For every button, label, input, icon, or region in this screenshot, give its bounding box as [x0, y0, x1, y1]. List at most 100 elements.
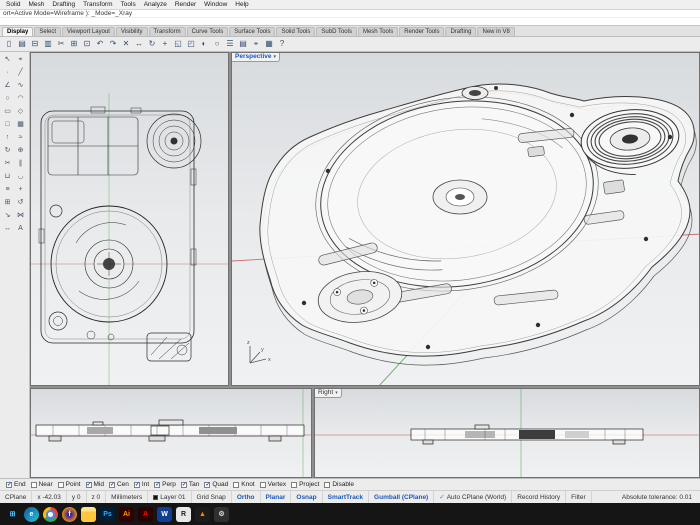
tab-solid-tools[interactable]: Solid Tools — [276, 27, 315, 36]
osnap-end[interactable]: ✓End — [6, 481, 26, 488]
tab-curve-tools[interactable]: Curve Tools — [187, 27, 229, 36]
tab-viewport-layout[interactable]: Viewport Layout — [62, 27, 115, 36]
layer-selector[interactable]: Layer 01 — [148, 491, 191, 503]
illustrator-icon[interactable]: Ai — [119, 507, 134, 522]
menu-window[interactable]: Window — [200, 0, 231, 10]
checkbox-end[interactable]: ✓ — [6, 482, 12, 488]
smarttrack-toggle[interactable]: SmartTrack — [323, 491, 369, 503]
help-icon[interactable]: ? — [276, 38, 288, 50]
zoom-extents-icon[interactable]: ◰ — [185, 38, 197, 50]
checkbox-mid[interactable]: ✓ — [86, 482, 92, 488]
viewport-top[interactable] — [30, 52, 229, 386]
menu-drafting[interactable]: Drafting — [48, 0, 79, 10]
circle-icon[interactable]: ○ — [2, 93, 14, 105]
object-snap-icon[interactable]: ⌖ — [250, 38, 262, 50]
tab-new-in-v8[interactable]: New in V8 — [477, 27, 514, 36]
cut-icon[interactable]: ✂ — [55, 38, 67, 50]
boolean-union-icon[interactable]: ⊕ — [15, 145, 27, 157]
surface-icon[interactable]: ▦ — [15, 119, 27, 131]
menu-render[interactable]: Render — [171, 0, 200, 10]
copy-tool-icon[interactable]: ⊞ — [2, 197, 14, 209]
cplane-selector[interactable]: CPlane — [0, 491, 32, 503]
save-file-icon[interactable]: ⊟ — [29, 38, 41, 50]
rotate-view-icon[interactable]: ↻ — [146, 38, 158, 50]
move-icon[interactable]: ↔ — [133, 38, 145, 50]
x-coordinate[interactable]: x -42.03 — [32, 491, 67, 503]
sweep-icon[interactable]: ≈ — [15, 132, 27, 144]
checkbox-point[interactable] — [58, 482, 64, 488]
checkbox-knot[interactable] — [233, 482, 239, 488]
text-tool-icon[interactable]: A — [15, 223, 27, 235]
fillet-icon[interactable]: ◡ — [15, 171, 27, 183]
select-icon[interactable]: ↖ — [2, 54, 14, 66]
paste-icon[interactable]: ⊡ — [81, 38, 93, 50]
viewport-front[interactable] — [30, 388, 312, 478]
curve-icon[interactable]: ∿ — [15, 80, 27, 92]
auto-cplane-indicator[interactable]: ✓Auto CPlane (World) — [434, 491, 512, 503]
box-icon[interactable]: □ — [2, 119, 14, 131]
undo-icon[interactable]: ↶ — [94, 38, 106, 50]
viewport-perspective[interactable]: Perspective ▾ — [231, 52, 700, 386]
viewport-menu-arrow-icon[interactable]: ▾ — [335, 389, 338, 397]
properties-panel-icon[interactable]: ▤ — [237, 38, 249, 50]
gumball-toggle[interactable]: Gumball (CPlane) — [369, 491, 434, 503]
delete-icon[interactable]: ✕ — [120, 38, 132, 50]
osnap-near[interactable]: Near — [31, 481, 53, 488]
acrobat-icon[interactable]: A — [138, 507, 153, 522]
pan-view-icon[interactable]: + — [159, 38, 171, 50]
open-file-icon[interactable]: ▤ — [16, 38, 28, 50]
osnap-vertex[interactable]: Vertex — [260, 481, 286, 488]
osnap-mid[interactable]: ✓Mid — [86, 481, 104, 488]
mirror-tool-icon[interactable]: ⋈ — [15, 210, 27, 222]
grid-snap-toggle[interactable]: Grid Snap — [192, 491, 232, 503]
polygon-icon[interactable]: ◇ — [15, 106, 27, 118]
record-history-toggle[interactable]: Record History — [512, 491, 566, 503]
line-icon[interactable]: ╱ — [15, 67, 27, 79]
wireframe-display-icon[interactable]: ○ — [211, 38, 223, 50]
extrude-icon[interactable]: ↑ — [2, 132, 14, 144]
osnap-quad[interactable]: ✓Quad — [204, 481, 228, 488]
menu-mesh[interactable]: Mesh — [24, 0, 48, 10]
split-icon[interactable]: ∥ — [15, 158, 27, 170]
firefox-icon[interactable]: f — [62, 507, 77, 522]
control-points-icon[interactable]: ⌖ — [15, 54, 27, 66]
vlc-icon[interactable]: ▲ — [195, 507, 210, 522]
osnap-perp[interactable]: ✓Perp — [154, 481, 176, 488]
osnap-cen[interactable]: ✓Cen — [109, 481, 129, 488]
checkbox-tan[interactable]: ✓ — [181, 482, 187, 488]
edge-browser-icon[interactable]: e — [24, 507, 39, 522]
menu-transform[interactable]: Transform — [79, 0, 116, 10]
filter-toggle[interactable]: Filter — [566, 491, 591, 503]
revolve-icon[interactable]: ↻ — [2, 145, 14, 157]
point-icon[interactable]: · — [2, 67, 14, 79]
copy-icon[interactable]: ⊞ — [68, 38, 80, 50]
file-explorer-icon[interactable] — [81, 507, 96, 522]
rectangle-icon[interactable]: ▭ — [2, 106, 14, 118]
command-prompt[interactable] — [0, 18, 700, 25]
z-coordinate[interactable]: z 0 — [87, 491, 107, 503]
osnap-point[interactable]: Point — [58, 481, 81, 488]
tab-transform[interactable]: Transform — [149, 27, 186, 36]
checkbox-disable[interactable] — [324, 482, 330, 488]
tab-render-tools[interactable]: Render Tools — [399, 27, 444, 36]
units-display[interactable]: Millimeters — [106, 491, 148, 503]
viewport-right[interactable]: Right ▾ — [314, 388, 700, 478]
offset-icon[interactable]: ≡ — [2, 184, 14, 196]
word-icon[interactable]: W — [157, 507, 172, 522]
start-button[interactable]: ⊞ — [5, 507, 20, 522]
osnap-tan[interactable]: ✓Tan — [181, 481, 199, 488]
osnap-disable[interactable]: Disable — [324, 481, 354, 488]
tab-display[interactable]: Display — [2, 27, 33, 36]
checkbox-perp[interactable]: ✓ — [154, 482, 160, 488]
ortho-toggle[interactable]: Ortho — [232, 491, 261, 503]
join-icon[interactable]: ⊔ — [2, 171, 14, 183]
scale-tool-icon[interactable]: ↘ — [2, 210, 14, 222]
menu-solid[interactable]: Solid — [2, 0, 24, 10]
checkbox-vertex[interactable] — [260, 482, 266, 488]
trim-icon[interactable]: ✂ — [2, 158, 14, 170]
grid-toggle-icon[interactable]: ▦ — [263, 38, 275, 50]
y-coordinate[interactable]: y 0 — [67, 491, 87, 503]
layer-panel-icon[interactable]: ☰ — [224, 38, 236, 50]
tab-subd-tools[interactable]: SubD Tools — [316, 27, 357, 36]
checkbox-project[interactable] — [291, 482, 297, 488]
